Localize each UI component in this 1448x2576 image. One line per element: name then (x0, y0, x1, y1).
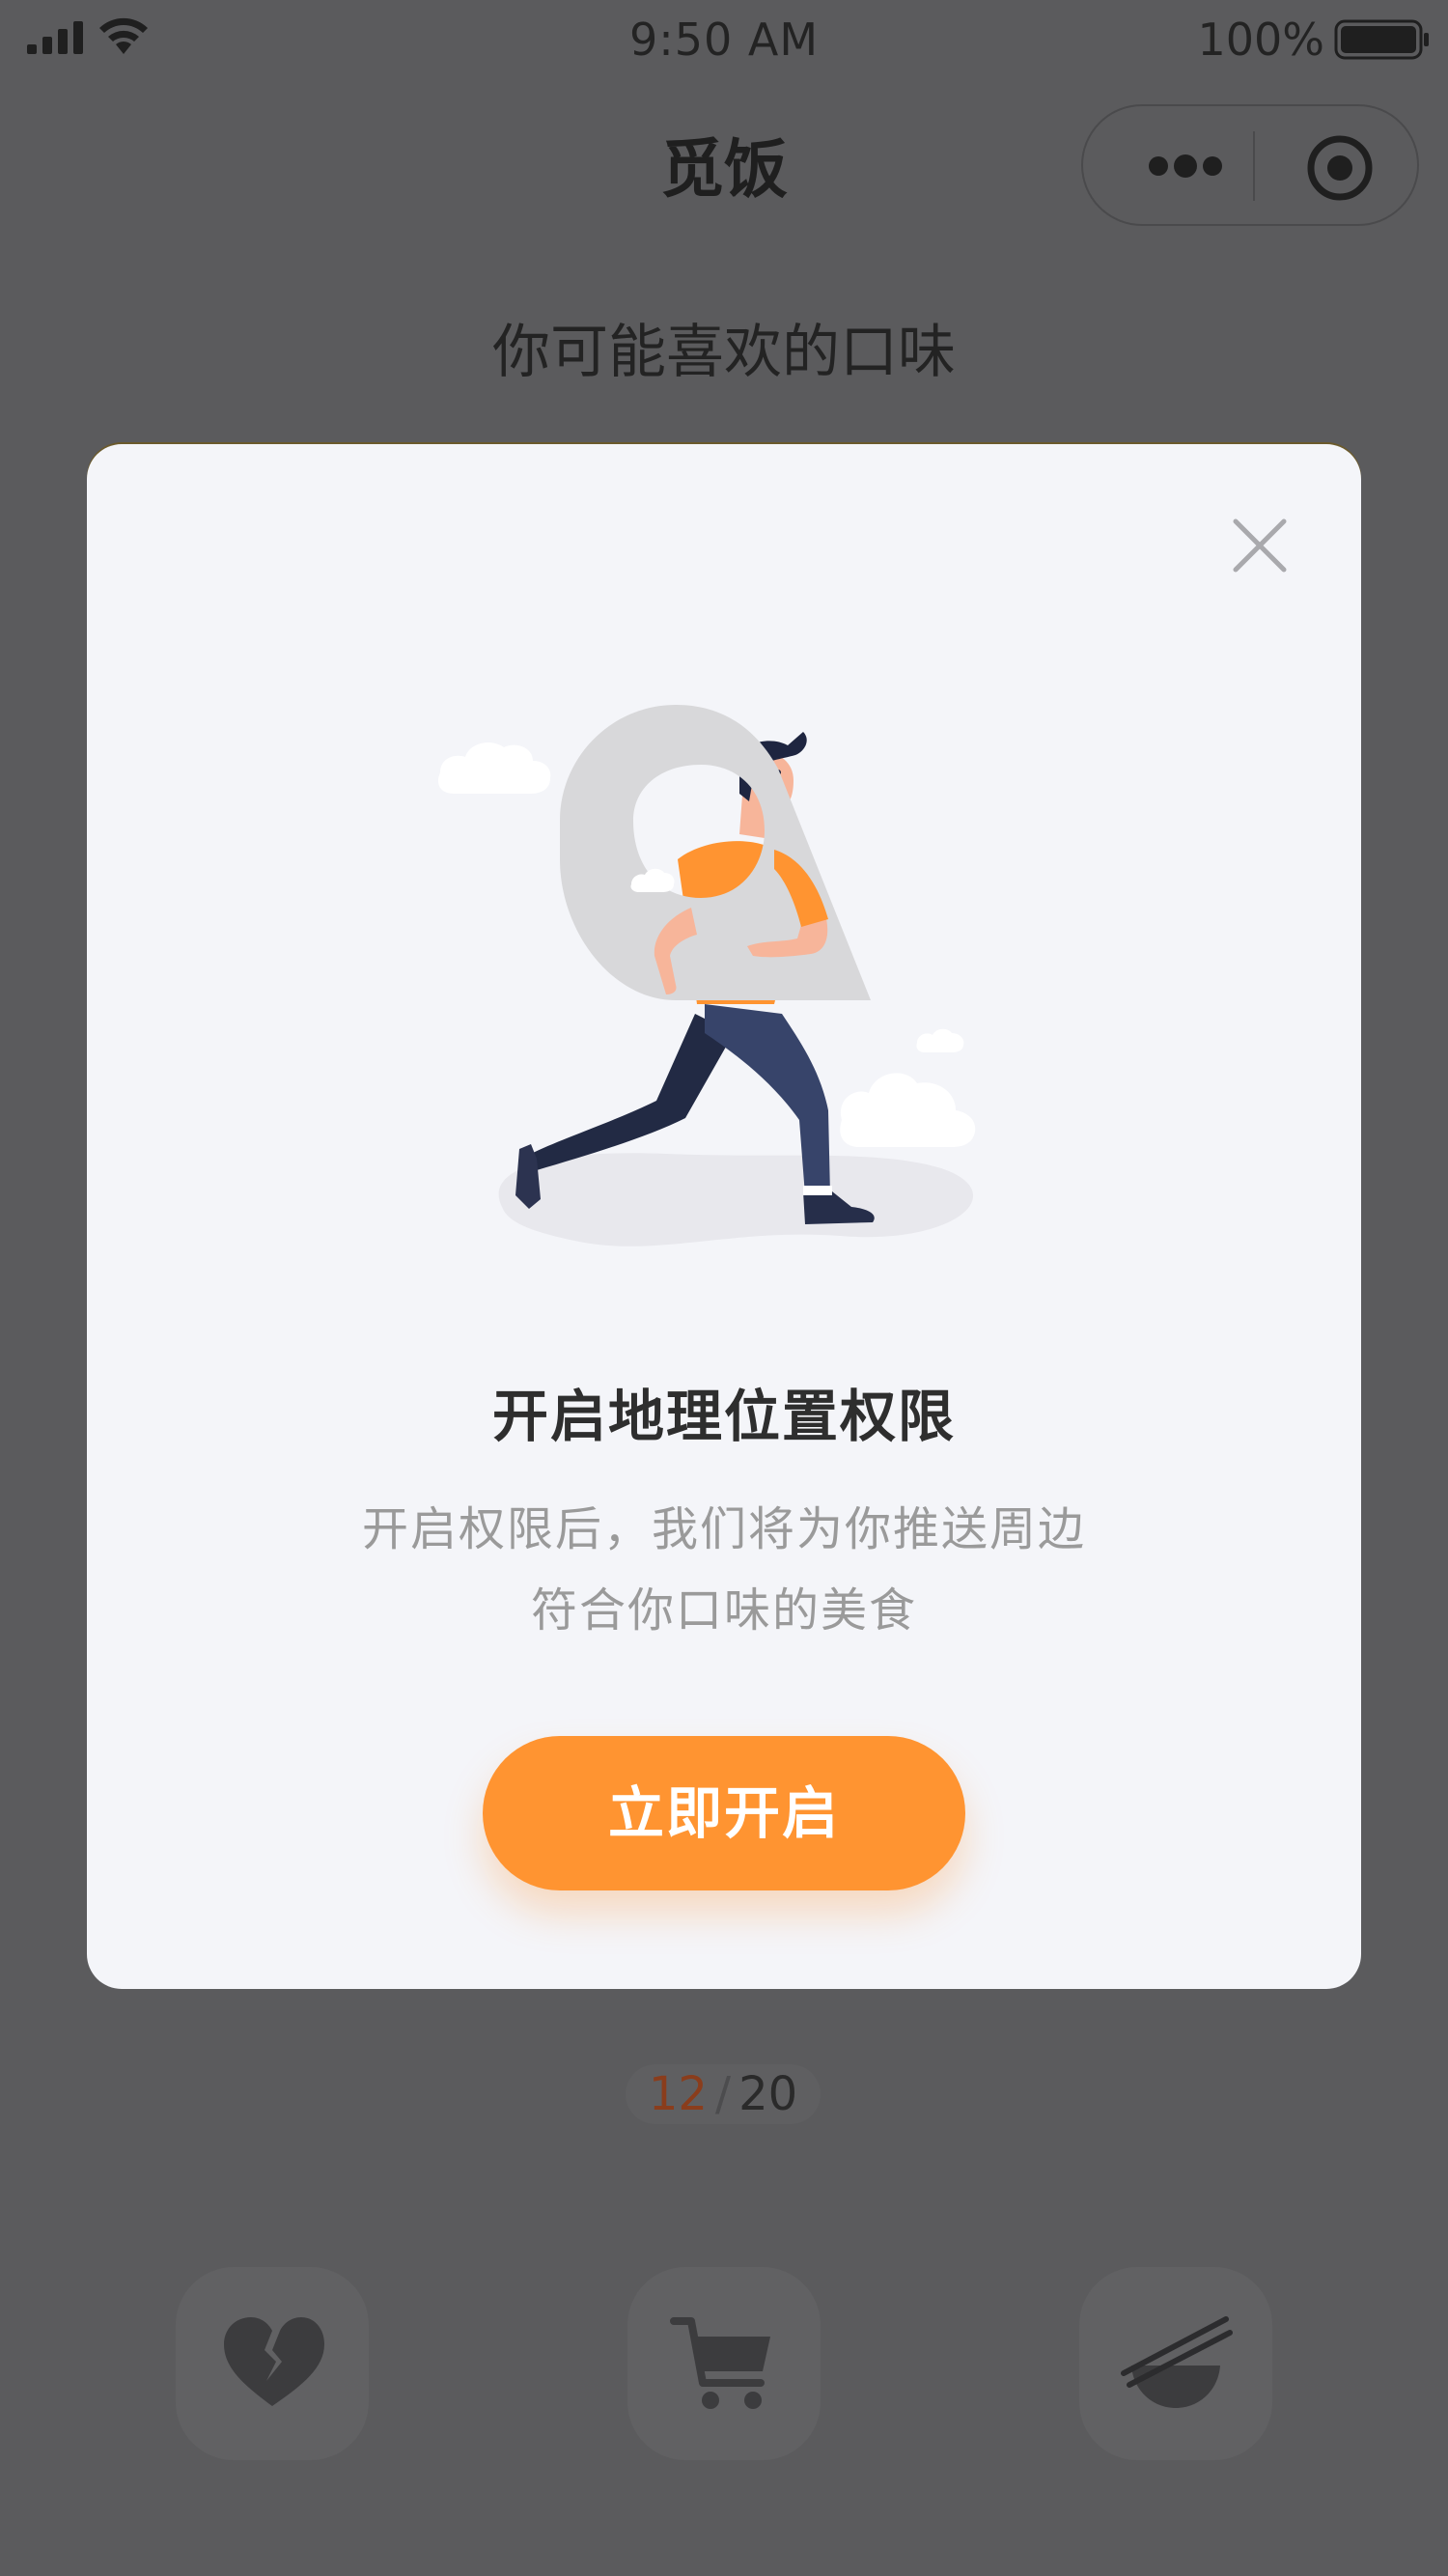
close-miniprogram-icon[interactable] (1301, 129, 1378, 207)
dislike-button[interactable] (176, 2267, 369, 2460)
eat-button[interactable] (1079, 2267, 1272, 2460)
card-counter: 12/20 (626, 2064, 821, 2124)
location-permission-modal: 开启地理位置权限 开启权限后，我们将为你推送周边 符合你口味的美食 立即开启 (87, 444, 1361, 1989)
status-bar: 9:50 AM 100% (0, 0, 1448, 85)
description-line-1: 开启权限后，我们将为你推送周边 (361, 1502, 1086, 1556)
cart-button[interactable] (627, 2267, 821, 2460)
more-icon[interactable] (1131, 127, 1239, 205)
man-carrying-location-pin-illustration (437, 705, 976, 1246)
description-line-2: 符合你口味的美食 (530, 1583, 917, 1638)
broken-heart-icon (224, 2317, 324, 2406)
enable-location-button[interactable]: 立即开启 (483, 1736, 965, 1890)
modal-description: 开启权限后，我们将为你推送周边 符合你口味的美食 (87, 1489, 1361, 1651)
bowl-chopsticks-icon (1121, 2316, 1233, 2408)
cart-icon (670, 2317, 770, 2409)
screen: 9:50 AM 100% 觅饭 你可能喜欢的口味 12/20 开启地理位置权限 … (0, 0, 1448, 2576)
close-icon[interactable] (1226, 512, 1294, 579)
counter-total: 20 (738, 2067, 798, 2121)
counter-separator: / (714, 2067, 732, 2121)
capsule-divider (1253, 131, 1255, 201)
counter-current: 12 (648, 2067, 708, 2121)
battery-percentage: 100% (1197, 14, 1324, 66)
modal-heading: 开启地理位置权限 (491, 1384, 956, 1449)
miniprogram-capsule (1081, 104, 1419, 226)
section-title: 你可能喜欢的口味 (492, 319, 956, 386)
battery-icon (1334, 19, 1429, 60)
